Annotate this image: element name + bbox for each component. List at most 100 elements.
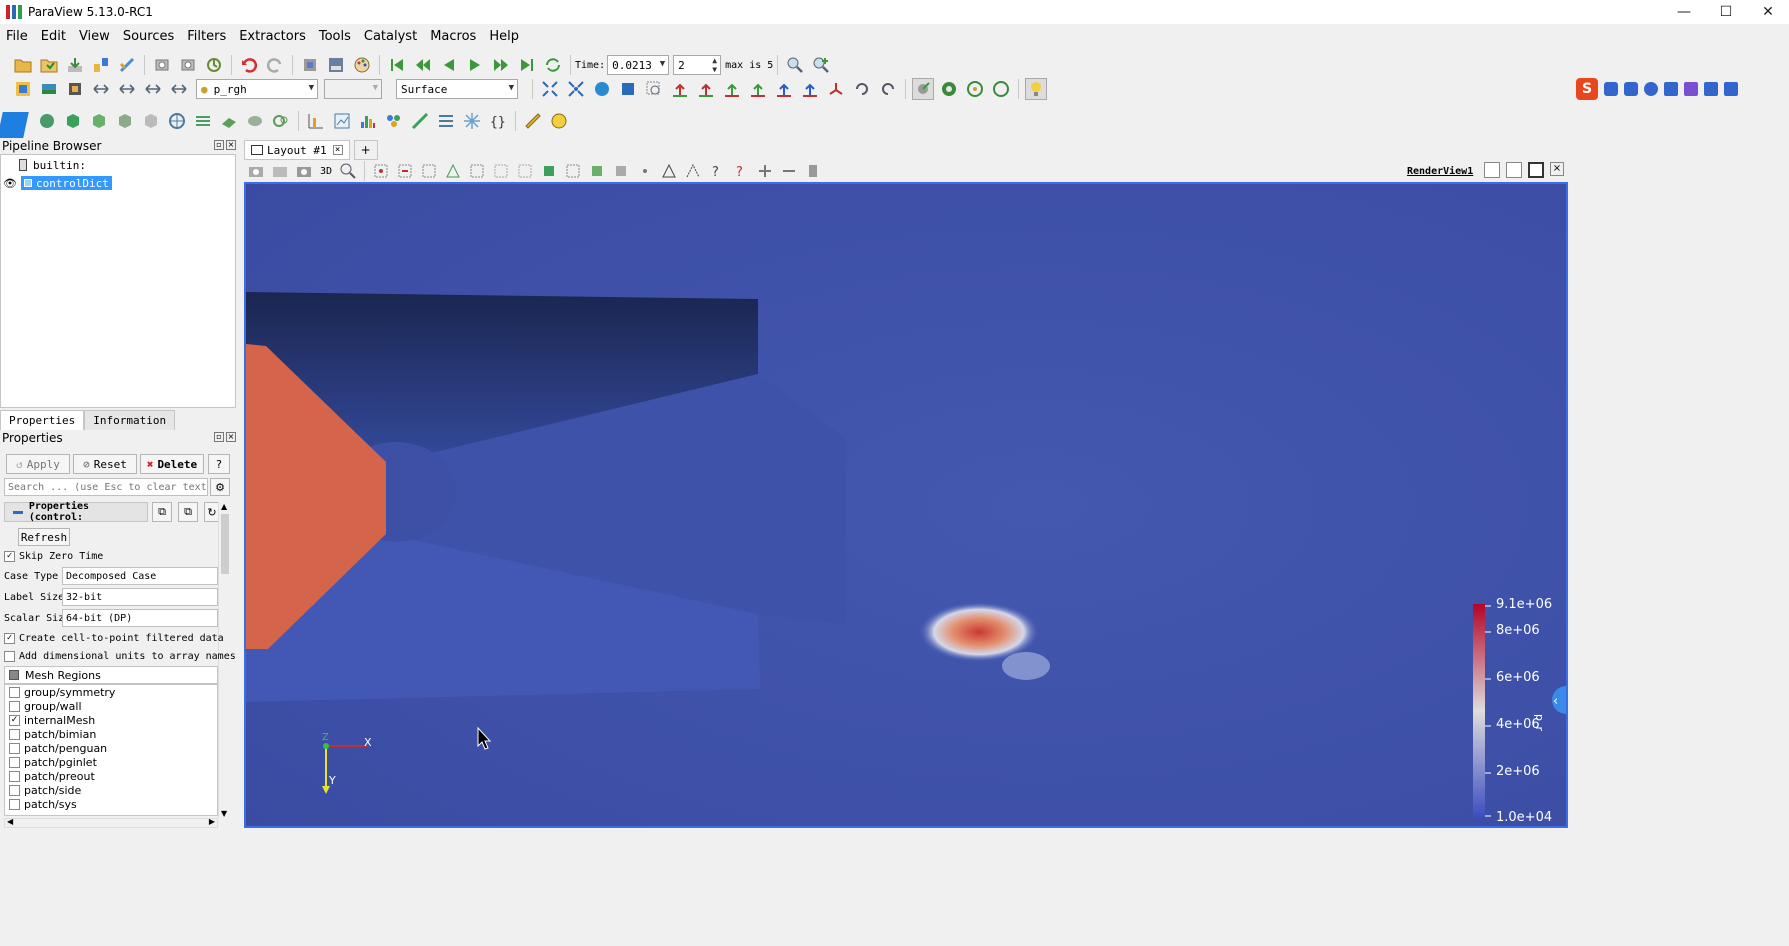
create-cell-to-point-row[interactable]: ✓ Create cell-to-point filtered data <box>4 628 224 648</box>
reset-camera-icon[interactable] <box>539 78 561 100</box>
subtract-selection-icon[interactable] <box>779 162 799 180</box>
select-all-checkbox[interactable] <box>9 670 19 680</box>
split-vertical-icon[interactable] <box>1506 162 1522 178</box>
redo-camera-icon[interactable] <box>177 54 199 76</box>
glyph-icon[interactable] <box>192 110 214 132</box>
view-minus-y-icon[interactable] <box>747 78 769 100</box>
view-plus-z-icon[interactable] <box>773 78 795 100</box>
skip-zero-time-checkbox[interactable]: ✓ <box>4 550 15 562</box>
view-plus-x-icon[interactable] <box>669 78 691 100</box>
zoom-closest-icon[interactable] <box>643 78 665 100</box>
scroll-right-icon[interactable]: ▶ <box>209 817 215 826</box>
query-selection-icon[interactable]: ? <box>707 162 727 180</box>
undo-icon[interactable] <box>238 54 260 76</box>
color-palette-icon[interactable] <box>351 54 373 76</box>
select-points-through-icon[interactable] <box>443 162 463 180</box>
close-tab-icon[interactable]: × <box>332 145 343 155</box>
menu-extractors[interactable]: Extractors <box>239 29 306 44</box>
float-panel-icon[interactable]: ▫ <box>214 432 224 442</box>
time-step-spinbox[interactable]: 2 ▲ ▼ <box>673 55 722 75</box>
temporal-statistics-icon[interactable] <box>435 110 457 132</box>
warp-by-vector-icon[interactable] <box>244 110 266 132</box>
case-type-select[interactable]: Decomposed Case <box>62 567 218 585</box>
integrate-variables-icon[interactable] <box>409 110 431 132</box>
previous-frame-icon[interactable] <box>412 54 434 76</box>
paste-properties-icon[interactable]: ⧉ <box>178 502 198 522</box>
scroll-up-icon[interactable]: ▲ <box>221 502 227 511</box>
properties-section-header[interactable]: Properties (control: <box>4 501 148 523</box>
mesh-region-checkbox[interactable] <box>9 728 20 740</box>
close-view-icon[interactable]: × <box>1550 162 1564 176</box>
toggle-3d-button[interactable]: 3D <box>320 166 332 177</box>
reset-center-icon[interactable] <box>964 78 986 100</box>
float-panel-icon[interactable]: ▫ <box>214 140 224 150</box>
histogram-icon[interactable] <box>357 110 379 132</box>
reset-session-icon[interactable] <box>203 54 225 76</box>
open-recent-icon[interactable] <box>38 54 60 76</box>
plot-data-icon[interactable] <box>331 110 353 132</box>
skip-zero-time-row[interactable]: ✓ Skip Zero Time <box>4 546 103 566</box>
probe-location-icon[interactable] <box>383 110 405 132</box>
mesh-region-checkbox[interactable] <box>9 756 20 768</box>
loop-icon[interactable] <box>542 54 564 76</box>
color-variable-combo[interactable]: ● p_rgh ▼ <box>196 79 318 99</box>
scroll-down-icon[interactable]: ▼ <box>221 809 227 818</box>
minimize-button[interactable]: — <box>1663 0 1705 24</box>
label-size-select[interactable]: 32-bit <box>62 588 218 606</box>
punctuation-icon[interactable] <box>1624 82 1638 96</box>
menu-sources[interactable]: Sources <box>123 29 174 44</box>
view-plus-y-icon[interactable] <box>721 78 743 100</box>
list-item[interactable]: patch/pginlet <box>5 755 217 769</box>
game-icon[interactable] <box>1704 82 1718 96</box>
tab-layout-1[interactable]: Layout #1 × <box>244 140 350 160</box>
isometric-view-icon[interactable] <box>825 78 847 100</box>
next-frame-icon[interactable] <box>490 54 512 76</box>
menu-file[interactable]: File <box>6 29 28 44</box>
group-datasets-icon[interactable] <box>270 110 292 132</box>
python-shell-icon[interactable] <box>325 54 347 76</box>
mesh-region-checkbox[interactable] <box>9 700 20 712</box>
rescale-data-range-icon[interactable] <box>90 78 112 100</box>
rescale-temporal-range-icon[interactable] <box>142 78 164 100</box>
select-edges-icon[interactable] <box>683 162 703 180</box>
protractor-icon[interactable] <box>548 110 570 132</box>
scroll-left-icon[interactable]: ◀ <box>7 817 13 826</box>
toggle-color-legend-icon[interactable] <box>64 78 86 100</box>
reset-camera-closest-icon[interactable] <box>565 78 587 100</box>
rescale-custom-range-icon[interactable] <box>116 78 138 100</box>
undo-camera-icon[interactable] <box>151 54 173 76</box>
threshold-icon[interactable] <box>140 110 162 132</box>
properties-search-input[interactable] <box>4 478 208 496</box>
mesh-regions-header[interactable]: Mesh Regions <box>4 666 218 684</box>
rotate-minus-90-icon[interactable] <box>877 78 899 100</box>
overlay-app-icon[interactable] <box>0 112 29 138</box>
eye-visible-icon[interactable]: 👁 <box>3 177 17 190</box>
color-legend-bar[interactable] <box>1473 604 1485 818</box>
hover-points-icon[interactable] <box>539 162 559 180</box>
interactive-select-icon[interactable] <box>515 162 535 180</box>
microphone-icon[interactable] <box>1644 82 1658 96</box>
mesh-region-checkbox[interactable] <box>9 770 20 782</box>
maximize-button[interactable]: ☐ <box>1705 0 1747 24</box>
list-item[interactable]: patch/side <box>5 783 217 797</box>
extract-subset-icon[interactable] <box>166 110 188 132</box>
select-cells-on-icon[interactable] <box>371 162 391 180</box>
play-icon[interactable] <box>464 54 486 76</box>
create-cell-to-point-checkbox[interactable]: ✓ <box>4 632 15 644</box>
add-dimensional-units-checkbox[interactable] <box>4 650 15 662</box>
list-item[interactable]: group/symmetry <box>5 685 217 699</box>
rescale-visible-range-icon[interactable] <box>168 78 190 100</box>
menu-macros[interactable]: Macros <box>430 29 476 44</box>
active-variable-icon[interactable] <box>12 78 34 100</box>
redo-icon[interactable] <box>264 54 286 76</box>
pipeline-item-controldict[interactable]: 👁 controlDict <box>3 175 112 191</box>
menu-catalyst[interactable]: Catalyst <box>364 29 417 44</box>
snowflake-icon[interactable] <box>461 110 483 132</box>
mesh-region-checkbox[interactable]: ✓ <box>9 714 20 726</box>
edit-colormap-icon[interactable] <box>38 78 60 100</box>
copy-properties-icon[interactable]: ⧉ <box>152 502 172 522</box>
refresh-button[interactable]: Refresh <box>18 528 70 546</box>
connect-icon[interactable] <box>90 54 112 76</box>
list-item[interactable]: group/wall <box>5 699 217 713</box>
show-center-icon[interactable] <box>938 78 960 100</box>
